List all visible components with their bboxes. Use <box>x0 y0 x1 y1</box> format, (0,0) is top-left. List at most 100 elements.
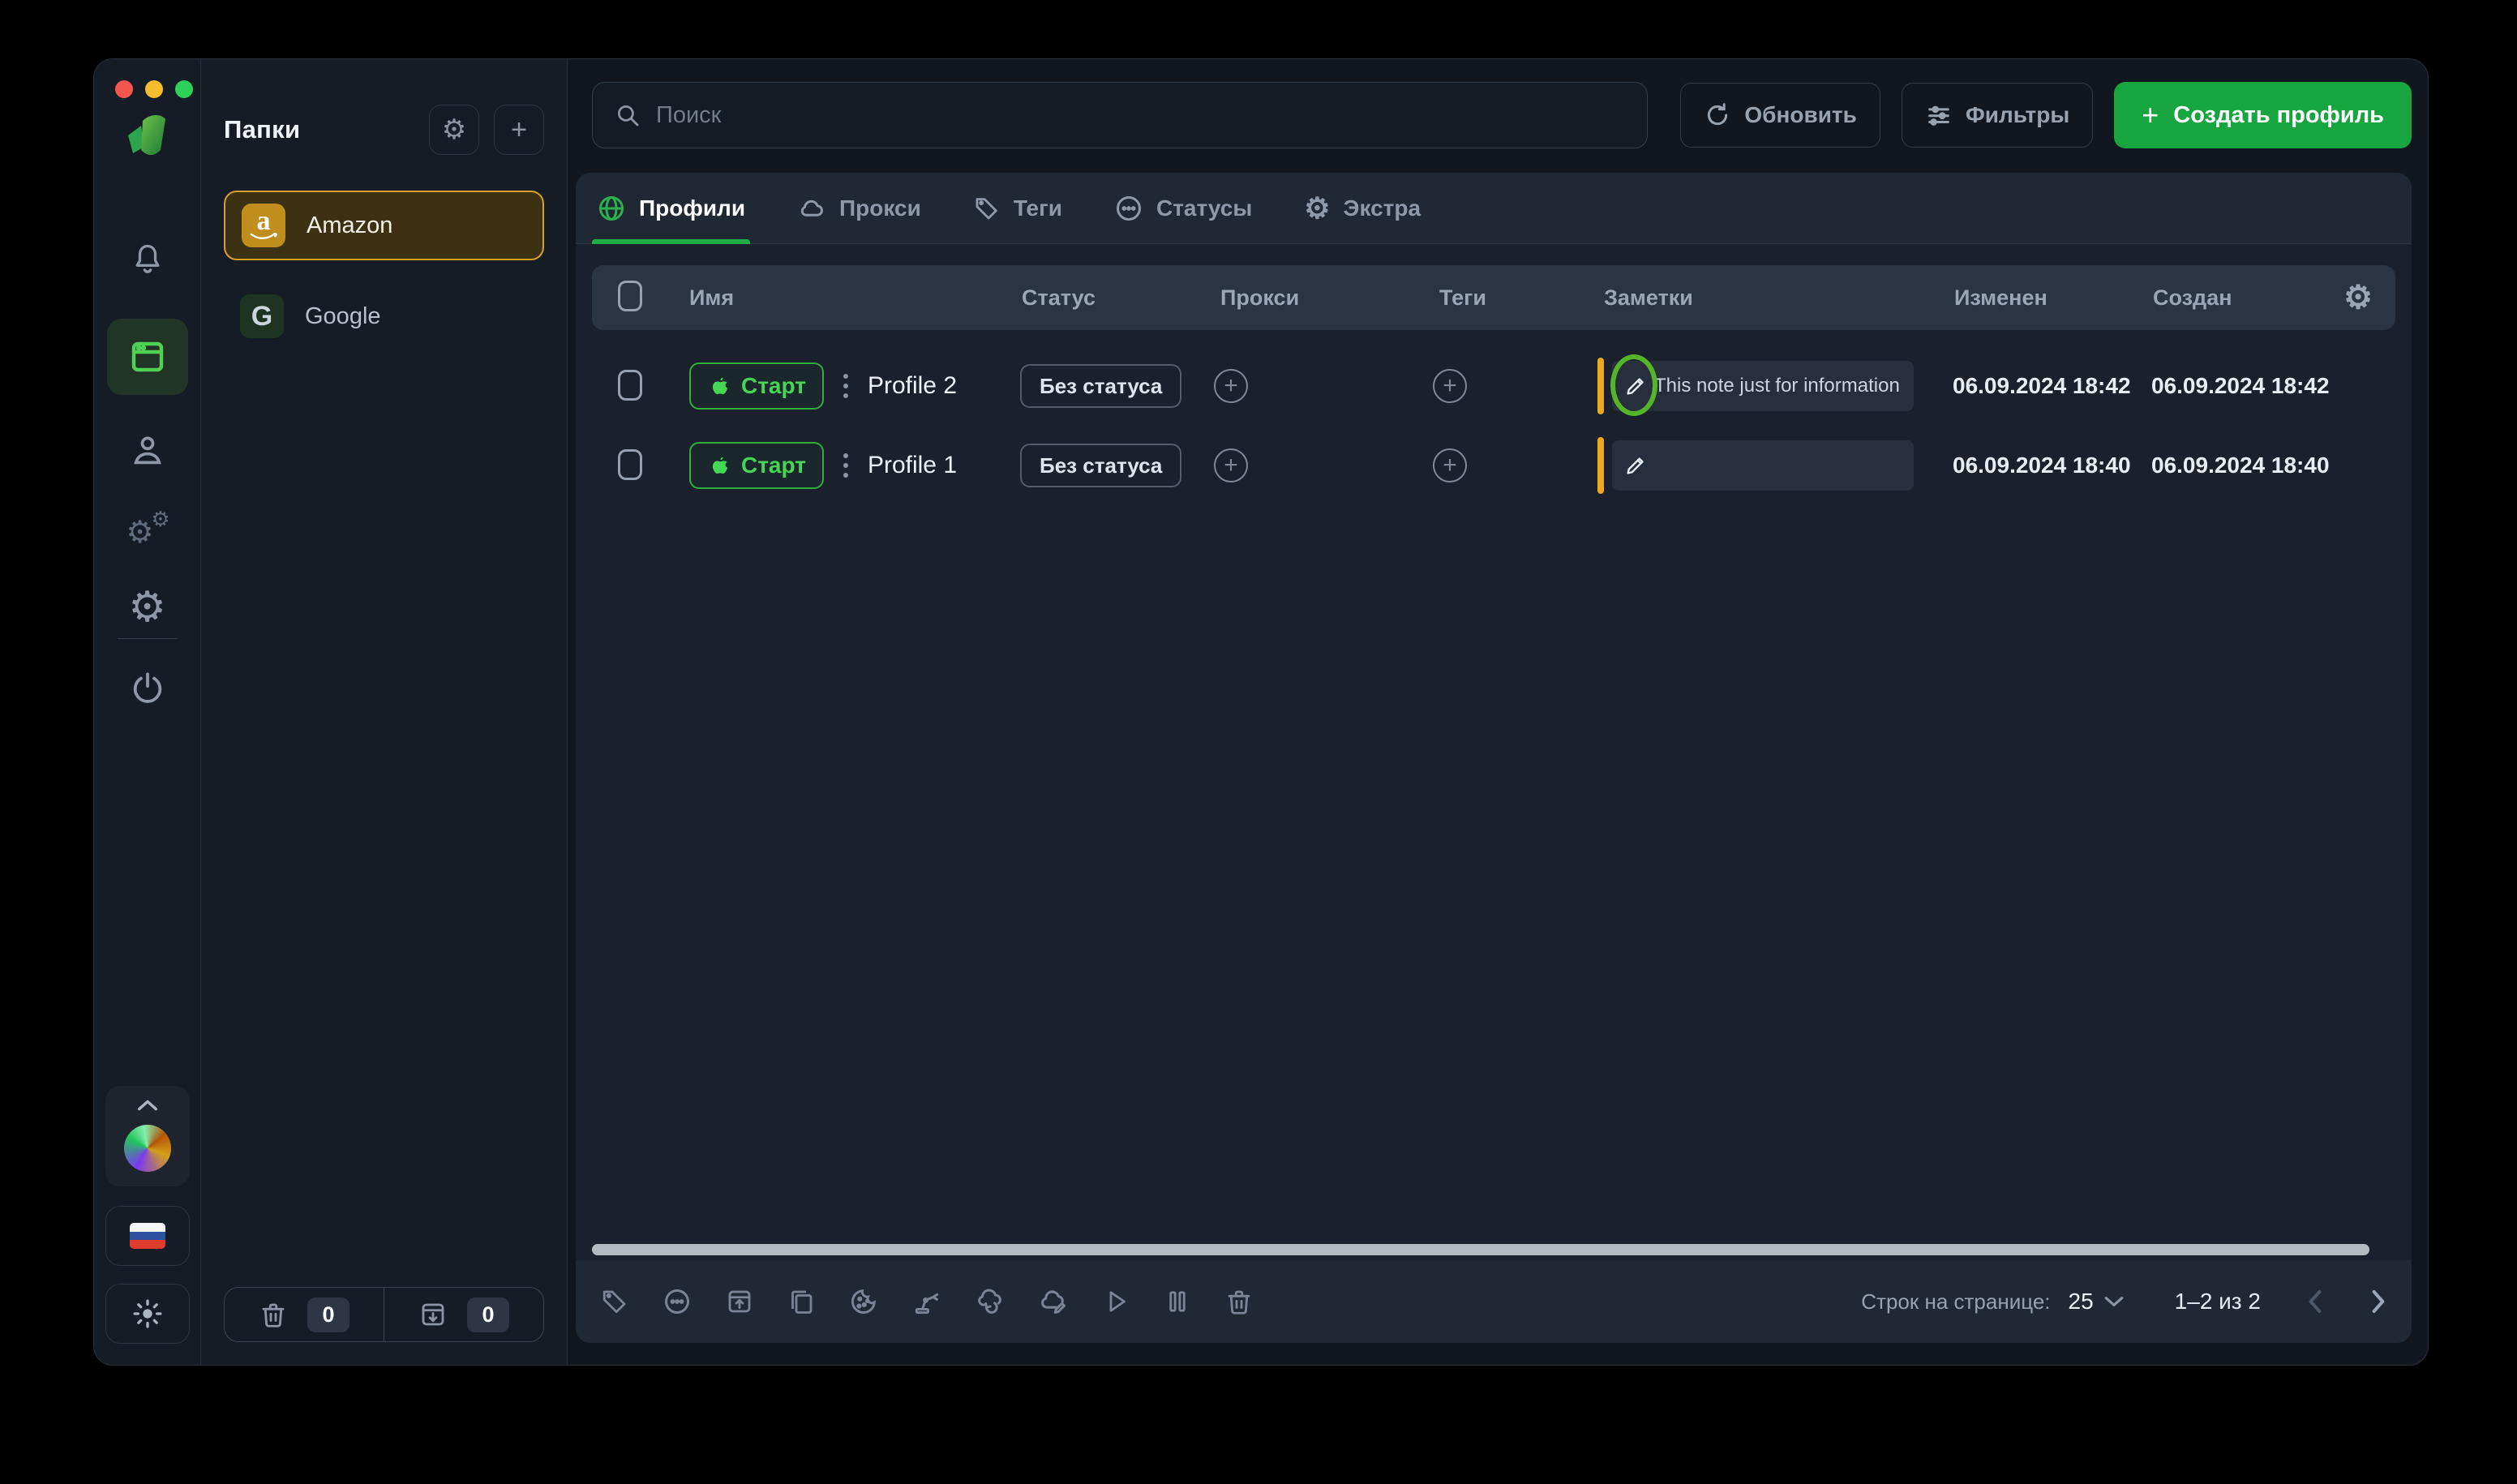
start-profile-button[interactable]: Старт <box>689 362 824 410</box>
row-checkbox[interactable] <box>618 370 642 401</box>
column-header-name: Имя <box>689 285 735 310</box>
folder-item-amazon[interactable]: a Amazon <box>224 191 544 260</box>
search-input[interactable] <box>656 101 1627 129</box>
folders-settings-button[interactable]: ⚙ <box>429 105 479 155</box>
folder-item-google[interactable]: G Google <box>224 281 544 351</box>
gear-icon: ⚙ <box>441 114 467 145</box>
folder-label: Google <box>305 302 381 329</box>
bulk-tag-icon[interactable] <box>600 1287 629 1316</box>
icon-rail: ⚙ ⚙ ⚙ <box>94 59 201 1365</box>
bulk-cookies-icon[interactable] <box>848 1286 879 1317</box>
table-settings-gear-icon[interactable]: ⚙ <box>2323 279 2395 316</box>
bulk-action-toolbar <box>600 1286 1254 1317</box>
previous-page-button[interactable] <box>2306 1289 2324 1315</box>
create-profile-button[interactable]: + Создать профиль <box>2114 82 2412 148</box>
bulk-cloud-edit-icon[interactable] <box>1038 1286 1069 1317</box>
apple-icon <box>712 377 727 395</box>
apple-icon <box>712 457 727 474</box>
tab-proxies[interactable]: Прокси <box>792 173 926 243</box>
tab-statuses[interactable]: Статусы <box>1109 173 1257 243</box>
archive-counter-button[interactable]: 0 <box>384 1288 543 1341</box>
minimize-window-button[interactable] <box>145 80 163 98</box>
panel-footer: Строк на странице: 25 1–2 из 2 <box>576 1260 2412 1343</box>
close-window-button[interactable] <box>115 80 133 98</box>
select-all-checkbox[interactable] <box>618 281 642 311</box>
note-text: This note just for information <box>1654 375 1900 397</box>
folder-counters: 0 0 <box>224 1287 544 1342</box>
add-folder-button[interactable]: + <box>494 105 544 155</box>
settings-gear-icon[interactable]: ⚙ <box>128 586 166 628</box>
status-dots-icon <box>1114 194 1143 223</box>
theme-toggle-button[interactable] <box>105 1284 190 1344</box>
table-row: Старт Profile 1 Без статуса + + 06.09.20… <box>592 434 2395 497</box>
user-menu[interactable] <box>105 1086 190 1186</box>
tab-extra[interactable]: ⚙ Экстра <box>1299 173 1426 243</box>
status-badge[interactable]: Без статуса <box>1020 364 1182 408</box>
user-avatar <box>123 1125 171 1172</box>
refresh-icon <box>1708 103 1728 126</box>
bulk-cloud-sync-icon[interactable] <box>975 1286 1006 1317</box>
zoom-window-button[interactable] <box>175 80 193 98</box>
bulk-pause-icon[interactable] <box>1163 1287 1192 1316</box>
globe-icon <box>597 194 626 223</box>
column-header-proxy: Прокси <box>1220 285 1300 310</box>
note-color-bar <box>1597 358 1604 414</box>
row-menu-kebab-icon[interactable] <box>838 369 853 403</box>
add-proxy-button[interactable]: + <box>1214 369 1248 403</box>
archive-box-icon <box>422 1303 444 1326</box>
bulk-duplicate-icon[interactable] <box>787 1287 816 1316</box>
tab-profiles[interactable]: Профили <box>592 173 751 244</box>
pencil-icon <box>1627 457 1644 474</box>
chevron-up-icon <box>137 1100 157 1111</box>
note-color-bar <box>1597 437 1604 494</box>
main-area: Обновить Фильтры + Создать профиль <box>568 59 2428 1365</box>
start-profile-button[interactable]: Старт <box>689 442 824 489</box>
refresh-button[interactable]: Обновить <box>1680 83 1880 148</box>
gear-icon: ⚙ <box>1304 191 1331 225</box>
filters-button[interactable]: Фильтры <box>1901 83 2094 148</box>
plus-icon: + <box>2142 98 2159 131</box>
column-header-notes: Заметки <box>1604 285 1693 310</box>
sidebar-item-profiles-active[interactable] <box>106 319 188 395</box>
note-field[interactable]: This note just for information <box>1610 354 1914 416</box>
automation-gears-icon[interactable]: ⚙ ⚙ <box>123 507 172 551</box>
power-icon[interactable] <box>129 670 166 707</box>
plus-icon: + <box>511 114 527 145</box>
add-tag-button[interactable]: + <box>1433 448 1467 483</box>
folders-title: Папки <box>224 115 301 144</box>
trash-counter-button[interactable]: 0 <box>225 1288 384 1341</box>
tab-tags[interactable]: Теги <box>968 173 1067 243</box>
bulk-start-icon[interactable] <box>1101 1287 1130 1316</box>
table-rows: Старт Profile 2 Без статуса + + This not… <box>592 354 2395 497</box>
cloud-icon <box>797 194 826 223</box>
tab-bar: Профили Прокси Теги Статусы ⚙ Экстра <box>576 173 2412 244</box>
status-badge[interactable]: Без статуса <box>1020 444 1182 487</box>
chevron-right-icon <box>2372 1290 2385 1313</box>
rows-per-page-select[interactable]: 25 <box>2069 1289 2125 1315</box>
add-tag-button[interactable]: + <box>1433 369 1467 403</box>
bulk-export-icon[interactable] <box>725 1287 754 1316</box>
sun-icon <box>133 1299 161 1328</box>
bulk-status-icon[interactable] <box>662 1286 692 1317</box>
bulk-transfer-icon[interactable] <box>911 1286 942 1317</box>
traffic-lights <box>115 80 193 98</box>
screenshot-stage: ⚙ ⚙ ⚙ Папки ⚙ + a Amazon G Google 0 0 По… <box>0 0 2517 1484</box>
chevron-down-icon <box>2104 1297 2124 1306</box>
app-logo-icon <box>125 111 170 166</box>
next-page-button[interactable] <box>2369 1289 2387 1315</box>
add-proxy-button[interactable]: + <box>1214 448 1248 483</box>
search-bar <box>592 82 1649 148</box>
horizontal-scrollbar[interactable] <box>592 1244 2369 1255</box>
note-field[interactable] <box>1612 440 1914 491</box>
pagination-range: 1–2 из 2 <box>2174 1289 2261 1314</box>
row-menu-kebab-icon[interactable] <box>838 448 853 483</box>
folder-list: a Amazon G Google <box>224 191 544 351</box>
notifications-bell-icon[interactable] <box>130 241 165 278</box>
account-person-icon[interactable] <box>129 432 166 470</box>
folders-panel: Папки ⚙ + a Amazon G Google 0 0 <box>201 59 568 1365</box>
row-checkbox[interactable] <box>618 449 642 480</box>
bulk-delete-icon[interactable] <box>1224 1286 1254 1317</box>
language-switcher-button[interactable] <box>105 1206 190 1266</box>
created-date: 06.09.2024 18:40 <box>2151 452 2330 478</box>
folder-label: Amazon <box>307 212 393 238</box>
